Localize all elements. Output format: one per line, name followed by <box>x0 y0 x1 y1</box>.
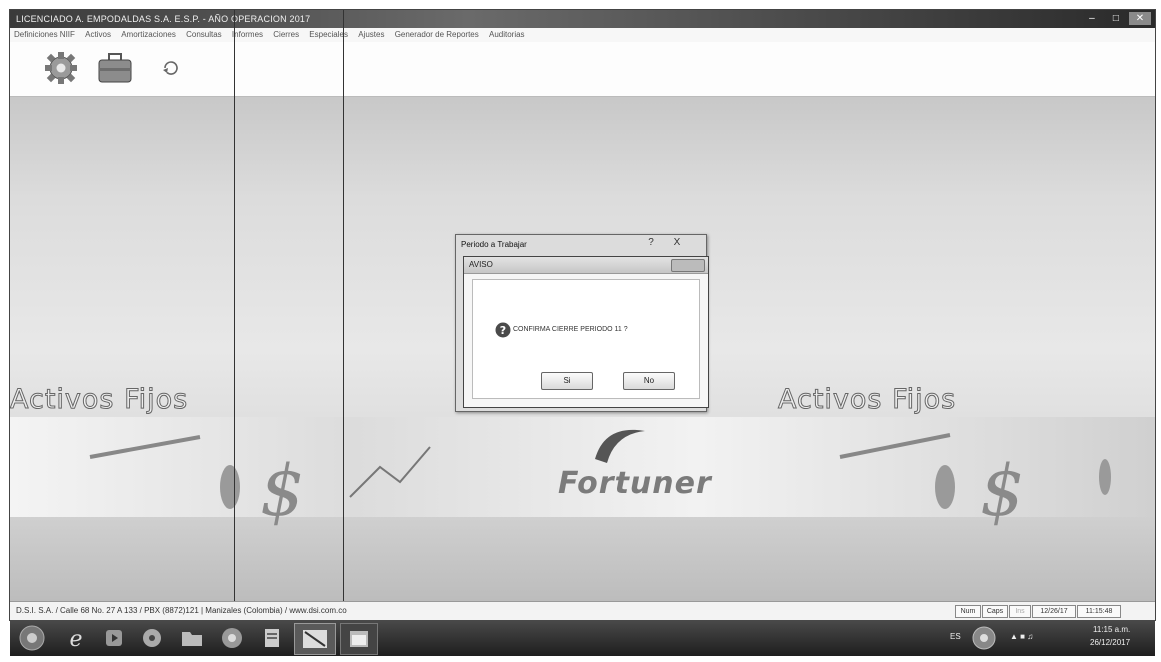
clock-date[interactable]: 26/12/2017 <box>1090 638 1130 647</box>
system-tray-icon[interactable]: ▲ ■ ♫ <box>1010 632 1033 641</box>
media-player-icon[interactable] <box>98 623 130 653</box>
start-button-icon[interactable] <box>16 623 48 653</box>
close-icon[interactable]: X <box>666 235 688 250</box>
brand-left: Activos Fijos <box>10 384 189 416</box>
no-button[interactable]: No <box>623 372 675 390</box>
menu-generador-reportes[interactable]: Generador de Reportes <box>391 28 483 42</box>
menu-auditorias[interactable]: Auditorias <box>485 28 529 42</box>
menu-ajustes[interactable]: Ajustes <box>354 28 388 42</box>
disc-icon[interactable] <box>136 623 168 653</box>
minimize-icon[interactable]: – <box>1081 12 1103 25</box>
right-graphic-icon: $ <box>839 433 1111 527</box>
clock-time[interactable]: 11:15 a.m. <box>1093 625 1130 634</box>
brand-right: Activos Fijos <box>777 384 957 416</box>
refresh-icon[interactable] <box>150 48 192 88</box>
language-indicator[interactable]: ES <box>950 632 961 641</box>
scan-line <box>234 10 235 620</box>
menu-especiales[interactable]: Especiales <box>305 28 352 42</box>
window-task-icon[interactable] <box>340 623 378 655</box>
document-icon[interactable] <box>256 623 288 653</box>
status-date: 12/26/17 <box>1032 605 1076 618</box>
internet-explorer-icon[interactable]: e <box>60 623 92 653</box>
svg-text:$: $ <box>980 450 1025 527</box>
status-caps: Caps <box>982 605 1008 618</box>
app-task-icon[interactable] <box>294 623 336 655</box>
folder-icon[interactable] <box>176 623 208 653</box>
status-time: 11:15:48 <box>1077 605 1121 618</box>
menu-amortizaciones[interactable]: Amortizaciones <box>117 28 180 42</box>
question-icon: ? <box>495 322 511 338</box>
gear-icon[interactable] <box>40 48 82 88</box>
aviso-dialog: AVISO ? CONFIRMA CIERRE PERIODO 11 ? Si … <box>463 256 709 408</box>
taskbar: e ES ▲ ■ ♫ 11:15 a.m. 26/12/2017 <box>10 620 1155 656</box>
briefcase-icon[interactable] <box>94 48 136 88</box>
menu-consultas[interactable]: Consultas <box>182 28 226 42</box>
toolbar <box>10 42 1155 97</box>
svg-text:$: $ <box>260 450 305 527</box>
periodo-dialog-title: Periodo a Trabajar <box>461 240 527 249</box>
svg-text:?: ? <box>500 324 506 337</box>
status-text: D.S.I. S.A. / Calle 68 No. 27 A 133 / PB… <box>16 606 347 615</box>
help-icon[interactable]: ? <box>640 235 662 250</box>
left-graphic-icon: $ <box>89 435 431 527</box>
menu-activos[interactable]: Activos <box>81 28 115 42</box>
fortuner-swoosh-icon <box>595 429 645 463</box>
chrome-icon[interactable] <box>216 623 248 653</box>
close-icon[interactable] <box>671 259 705 272</box>
menu-definiciones[interactable]: Definiciones NIIF <box>10 28 79 42</box>
status-num: Num <box>955 605 981 618</box>
network-icon[interactable] <box>968 623 1000 653</box>
window-title: LICENCIADO A. EMPODALDAS S.A. E.S.P. - A… <box>16 14 311 24</box>
status-bar: D.S.I. S.A. / Calle 68 No. 27 A 133 / PB… <box>10 601 1155 620</box>
yes-button[interactable]: Si <box>541 372 593 390</box>
title-bar: LICENCIADO A. EMPODALDAS S.A. E.S.P. - A… <box>10 10 1155 28</box>
status-ins: Ins <box>1009 605 1031 618</box>
aviso-dialog-body: ? CONFIRMA CIERRE PERIODO 11 ? Si No <box>472 279 700 399</box>
menu-cierres[interactable]: Cierres <box>269 28 303 42</box>
menu-bar: Definiciones NIIF Activos Amortizaciones… <box>10 28 1155 43</box>
aviso-message: CONFIRMA CIERRE PERIODO 11 ? <box>513 326 628 333</box>
maximize-icon[interactable]: □ <box>1105 12 1127 25</box>
svg-text:e: e <box>69 627 82 650</box>
fortuner-logo: Fortuner <box>558 466 712 501</box>
scan-line <box>343 10 344 620</box>
close-icon[interactable]: ✕ <box>1129 12 1151 25</box>
